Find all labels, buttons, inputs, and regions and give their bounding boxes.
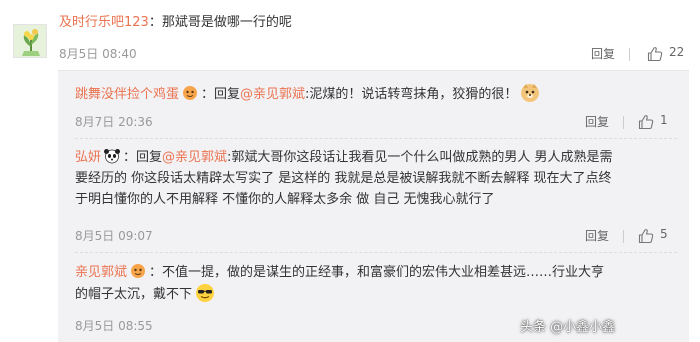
reply-date: 8月7日 20:36 [75, 115, 153, 129]
reply-username[interactable]: 弘妍 [75, 150, 101, 165]
reply-item: 亲见郭斌 ：不值一提，做的是谋生的正经事，和富豪们的宏伟大业相差甚远……行业大亨 … [75, 262, 677, 333]
mention-link[interactable]: @亲见郭斌 [240, 87, 305, 102]
main-comment-body: 及时行乐吧123：那斌哥是做哪一行的呢 [59, 14, 292, 32]
reply-list: 跳舞没伴捡个鸡蛋 ：回复@亲见郭斌:泥煤的！说话转弯抹角，狡猾的很！ 8月7日 2… [58, 70, 689, 342]
like-button[interactable]: 22 [647, 45, 692, 63]
thumbs-up-icon [647, 47, 663, 62]
reply-text: 要经历的 你这段话太精辟太写实了 是这样的 我就是总是被误解我就不断去解释 现在… [75, 171, 612, 186]
like-count: 1 [660, 113, 668, 127]
divider [623, 116, 624, 129]
cool-emoji [196, 284, 215, 302]
divider [623, 230, 624, 243]
reply-prefix: ：回复 [123, 150, 163, 165]
reply-button[interactable]: 回复 [585, 227, 609, 244]
thumbs-up-icon [638, 229, 654, 244]
reply-prefix: ：回复 [201, 87, 241, 102]
divider [629, 48, 630, 61]
divider [75, 252, 677, 253]
reply-text: ：不值一提，做的是谋生的正经事，和富豪们的宏伟大业相差甚远……行业大亨 [149, 265, 605, 280]
divider [75, 138, 677, 139]
panda-icon [104, 149, 121, 164]
user-avatar[interactable] [13, 24, 47, 58]
reply-text: 的帽子太沉，戴不下 [75, 287, 193, 302]
reply-text: :泥煤的！说话转弯抹角，狡猾的很！ [305, 87, 518, 102]
like-count: 22 [669, 45, 685, 59]
main-comment-meta: 8月5日 08:40 回复 22 [59, 45, 688, 63]
reply-item: 弘妍 ：回复@亲见郭斌:郭斌大哥你这段话让我看见一个什么叫做成熟的男人 男人成熟是… [75, 147, 677, 244]
comment-section: 及时行乐吧123：那斌哥是做哪一行的呢 8月5日 08:40 回复 22 跳舞没… [0, 0, 700, 342]
comment-date: 8月5日 08:40 [59, 47, 137, 61]
fan-badge-icon [183, 86, 198, 100]
like-button[interactable]: 1 [638, 113, 680, 131]
comment-text: ：那斌哥是做哪一行的呢 [148, 15, 292, 30]
reply-item: 跳舞没伴捡个鸡蛋 ：回复@亲见郭斌:泥煤的！说话转弯抹角，狡猾的很！ 8月7日 2… [75, 83, 677, 130]
doge-emoji [521, 84, 540, 102]
reply-date: 8月5日 09:07 [75, 229, 153, 243]
like-button[interactable]: 5 [638, 227, 680, 245]
thumbs-up-icon [638, 115, 654, 130]
like-count: 5 [660, 227, 668, 241]
reply-meta: 8月5日 09:07 回复 5 [75, 227, 677, 245]
reply-body: 跳舞没伴捡个鸡蛋 ：回复@亲见郭斌:泥煤的！说话转弯抹角，狡猾的很！ [75, 83, 677, 105]
mention-link[interactable]: @亲见郭斌 [162, 150, 227, 165]
fan-badge-icon [131, 264, 146, 278]
comment-username[interactable]: 及时行乐吧123 [59, 15, 149, 30]
reply-text: :郭斌大哥你这段话让我看见一个什么叫做成熟的男人 男人成熟是需 [227, 150, 613, 165]
reply-body: 弘妍 ：回复@亲见郭斌:郭斌大哥你这段话让我看见一个什么叫做成熟的男人 男人成熟是… [75, 147, 677, 210]
reply-username[interactable]: 跳舞没伴捡个鸡蛋 [75, 87, 179, 102]
reply-button[interactable]: 回复 [591, 45, 615, 62]
watermark: 头条 @小鑫小鑫 [520, 320, 616, 335]
reply-text: 于明白懂你的人不用解释 不懂你的人解释太多余 做 自己 无愧我心就行了 [75, 192, 495, 207]
reply-username[interactable]: 亲见郭斌 [75, 265, 127, 280]
reply-button[interactable]: 回复 [585, 113, 609, 130]
reply-meta: 8月7日 20:36 回复 1 [75, 113, 677, 131]
reply-body: 亲见郭斌 ：不值一提，做的是谋生的正经事，和富豪们的宏伟大业相差甚远……行业大亨 … [75, 262, 677, 305]
reply-date: 8月5日 08:55 [75, 319, 153, 333]
